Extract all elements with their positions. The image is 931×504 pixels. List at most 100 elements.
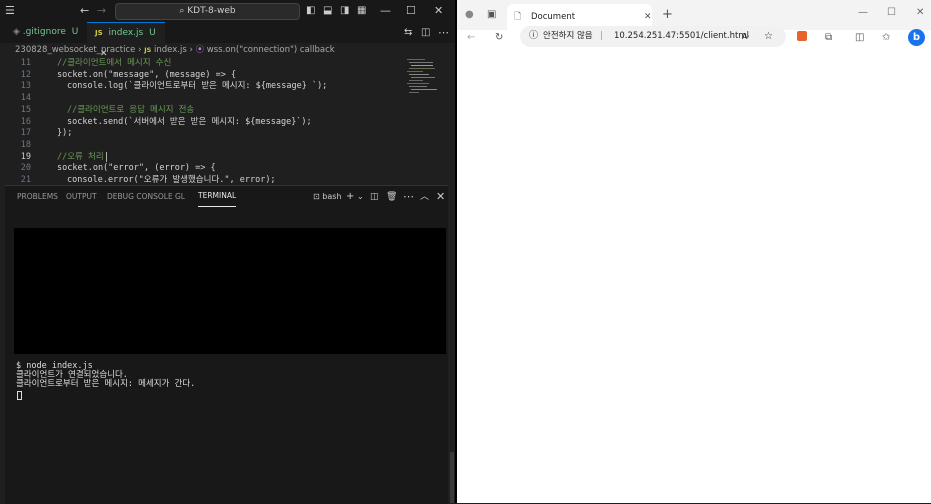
extension-icon[interactable] xyxy=(797,31,807,41)
code-line: 13 console.log(`클라이언트로부터 받은 메시지: ${messag… xyxy=(0,80,448,92)
tab-problems[interactable]: PROBLEMS xyxy=(17,186,58,208)
tab-index-js[interactable]: JS index.js U ✕ xyxy=(87,22,165,59)
breadcrumb-separator: › xyxy=(189,45,193,55)
extensions-puzzle-icon[interactable]: ⧉ xyxy=(825,31,832,45)
code-editor[interactable]: 11 //클라이언트에서 메시지 수신 12 socket.on("message",… xyxy=(0,57,448,185)
line-number: 12 xyxy=(20,69,31,80)
split-terminal-icon[interactable]: ◫ xyxy=(370,186,379,208)
text-cursor xyxy=(106,151,107,162)
line-number: 19 xyxy=(20,151,31,162)
split-editor-icon[interactable]: ◫ xyxy=(421,22,430,43)
maximize-icon[interactable]: ☐ xyxy=(406,0,416,22)
address-bar[interactable]: ⓘ 안전하지 않음 | 10.254.251.47:5501/client.ht… xyxy=(520,26,786,47)
terminal-icon: ⊡ xyxy=(313,192,320,201)
title-bar: ☰ ← → ⌕ KDT-8-web ◧ ⬓ ◨ ▦ — ☐ ✕ xyxy=(0,0,455,22)
line-number: 11 xyxy=(20,58,31,68)
terminal-shell-label: bash xyxy=(322,192,342,201)
close-tab-icon[interactable]: ✕ xyxy=(644,10,652,24)
code-text: console.log(`클라이언트로부터 받은 메시지: ${message}… xyxy=(67,81,328,92)
tab-actions-icon[interactable]: ▣ xyxy=(487,8,496,22)
gitignore-file-icon: ◈ xyxy=(13,27,20,37)
new-terminal-icon[interactable]: + xyxy=(346,186,354,208)
code-line: 19 //오류 처리 xyxy=(0,151,448,163)
terminal-shell-selector[interactable]: ⊡ bash xyxy=(313,186,341,208)
terminal-output-blank xyxy=(14,228,446,354)
editor-tabs: ◈ .gitignore U JS index.js U ✕ ⇆ ◫ ⋯ xyxy=(0,22,455,59)
toggle-sidebar-icon[interactable]: ◧ xyxy=(306,0,315,22)
browser-tab-title: Document xyxy=(531,12,576,22)
code-text: //클라이언트에서 메시지 수신 xyxy=(57,58,172,68)
tab-terminal[interactable]: TERMINAL xyxy=(198,186,237,207)
tab-gitignore[interactable]: ◈ .gitignore U xyxy=(5,22,85,43)
url-text[interactable]: 10.254.251.47:5501/client.html xyxy=(614,26,749,47)
code-text: socket.on("message", (message) => { xyxy=(57,69,237,80)
line-number: 13 xyxy=(20,81,31,92)
chevron-down-icon[interactable]: ⌄ xyxy=(357,186,364,208)
tab-label: index.js xyxy=(108,28,144,38)
terminal-line: 클라이언트로부터 받은 메시지: 메세지가 간다. xyxy=(16,379,196,389)
browser-window: ● ▣ 🗋 Document ✕ + — ☐ ✕ ← ↻ ⓘ 안전하지 않음 |… xyxy=(457,0,931,503)
maximize-panel-icon[interactable]: ︿ xyxy=(420,186,429,208)
toggle-panel-icon[interactable]: ⬓ xyxy=(323,0,332,22)
symbol-icon: ⦿ xyxy=(195,45,205,55)
breadcrumb-folder[interactable]: 230828_websocket_practice xyxy=(15,45,135,55)
read-aloud-icon[interactable]: Aᐧ xyxy=(742,26,750,47)
line-number: 14 xyxy=(20,93,31,104)
warning-icon[interactable]: ⓘ xyxy=(529,26,538,47)
code-line: 11 //클라이언트에서 메시지 수신 xyxy=(0,57,448,69)
code-text: }); xyxy=(57,128,73,139)
favorite-star-icon[interactable]: ☆ xyxy=(764,26,773,47)
refresh-icon[interactable]: ↻ xyxy=(495,31,503,45)
trash-icon[interactable]: 🗑 xyxy=(386,186,397,208)
tab-label: .gitignore xyxy=(22,27,66,37)
code-text: //오류 처리 xyxy=(57,151,104,162)
breadcrumb-file[interactable]: index.js xyxy=(154,45,187,55)
tab-gl[interactable]: GL xyxy=(175,186,185,208)
untracked-badge: U xyxy=(149,28,156,38)
js-file-icon: JS xyxy=(95,29,103,37)
code-text: socket.send(`서버에서 받은 받은 메시지: ${message}`… xyxy=(67,116,312,127)
code-line: 16 socket.send(`서버에서 받은 받은 메시지: ${message… xyxy=(0,116,448,128)
js-file-icon: JS xyxy=(144,46,152,54)
more-actions-icon[interactable]: ⋯ xyxy=(438,22,449,43)
back-icon[interactable]: ← xyxy=(467,31,475,45)
code-line: 21 console.error("오류가 발생했습니다.", error); xyxy=(0,174,448,185)
line-number: 16 xyxy=(20,116,31,127)
security-label: 안전하지 않음 xyxy=(543,31,593,41)
code-line: 17}); xyxy=(0,127,448,139)
minimize-icon[interactable]: — xyxy=(858,6,868,20)
code-line: 18 xyxy=(0,139,448,151)
customize-layout-icon[interactable]: ▦ xyxy=(357,0,366,22)
untracked-badge: U xyxy=(71,27,79,37)
line-number: 21 xyxy=(20,175,31,185)
line-number: 15 xyxy=(20,104,31,115)
new-tab-icon[interactable]: + xyxy=(662,8,673,22)
line-number: 18 xyxy=(20,139,31,150)
breadcrumb-separator: › xyxy=(138,45,142,55)
close-panel-icon[interactable]: ✕ xyxy=(436,186,445,208)
compare-changes-icon[interactable]: ⇆ xyxy=(404,22,412,43)
page-content xyxy=(457,47,931,503)
vscode-window: ☰ ← → ⌕ KDT-8-web ◧ ⬓ ◨ ▦ — ☐ ✕ ◈ .gitig… xyxy=(0,0,455,504)
menu-icon[interactable]: ☰ xyxy=(5,0,15,22)
back-icon[interactable]: ← xyxy=(80,0,89,22)
split-screen-icon[interactable]: ◫ xyxy=(855,31,864,45)
profile-icon[interactable]: ● xyxy=(465,8,474,22)
minimize-icon[interactable]: — xyxy=(380,0,391,22)
command-center[interactable]: ⌕ KDT-8-web xyxy=(115,3,300,20)
toggle-secondary-sidebar-icon[interactable]: ◨ xyxy=(340,0,349,22)
tab-debug-console[interactable]: DEBUG CONSOLE xyxy=(107,186,173,208)
tab-output[interactable]: OUTPUT xyxy=(66,186,97,208)
more-actions-icon[interactable]: ⋯ xyxy=(403,186,414,208)
scrollbar[interactable] xyxy=(450,452,454,503)
code-text: //클라이언트로 응답 메시지 전송 xyxy=(67,104,195,115)
forward-icon[interactable]: → xyxy=(97,0,106,22)
bing-copilot-icon[interactable]: b xyxy=(908,29,925,46)
close-window-icon[interactable]: ✕ xyxy=(434,0,443,22)
minimap[interactable] xyxy=(407,57,437,97)
code-text: socket.on("error", (error) => { xyxy=(57,163,216,174)
close-window-icon[interactable]: ✕ xyxy=(916,6,924,20)
breadcrumb-symbol[interactable]: wss.on("connection") callback xyxy=(207,45,335,55)
maximize-icon[interactable]: ☐ xyxy=(887,6,896,20)
favorites-icon[interactable]: ✩ xyxy=(882,31,890,45)
